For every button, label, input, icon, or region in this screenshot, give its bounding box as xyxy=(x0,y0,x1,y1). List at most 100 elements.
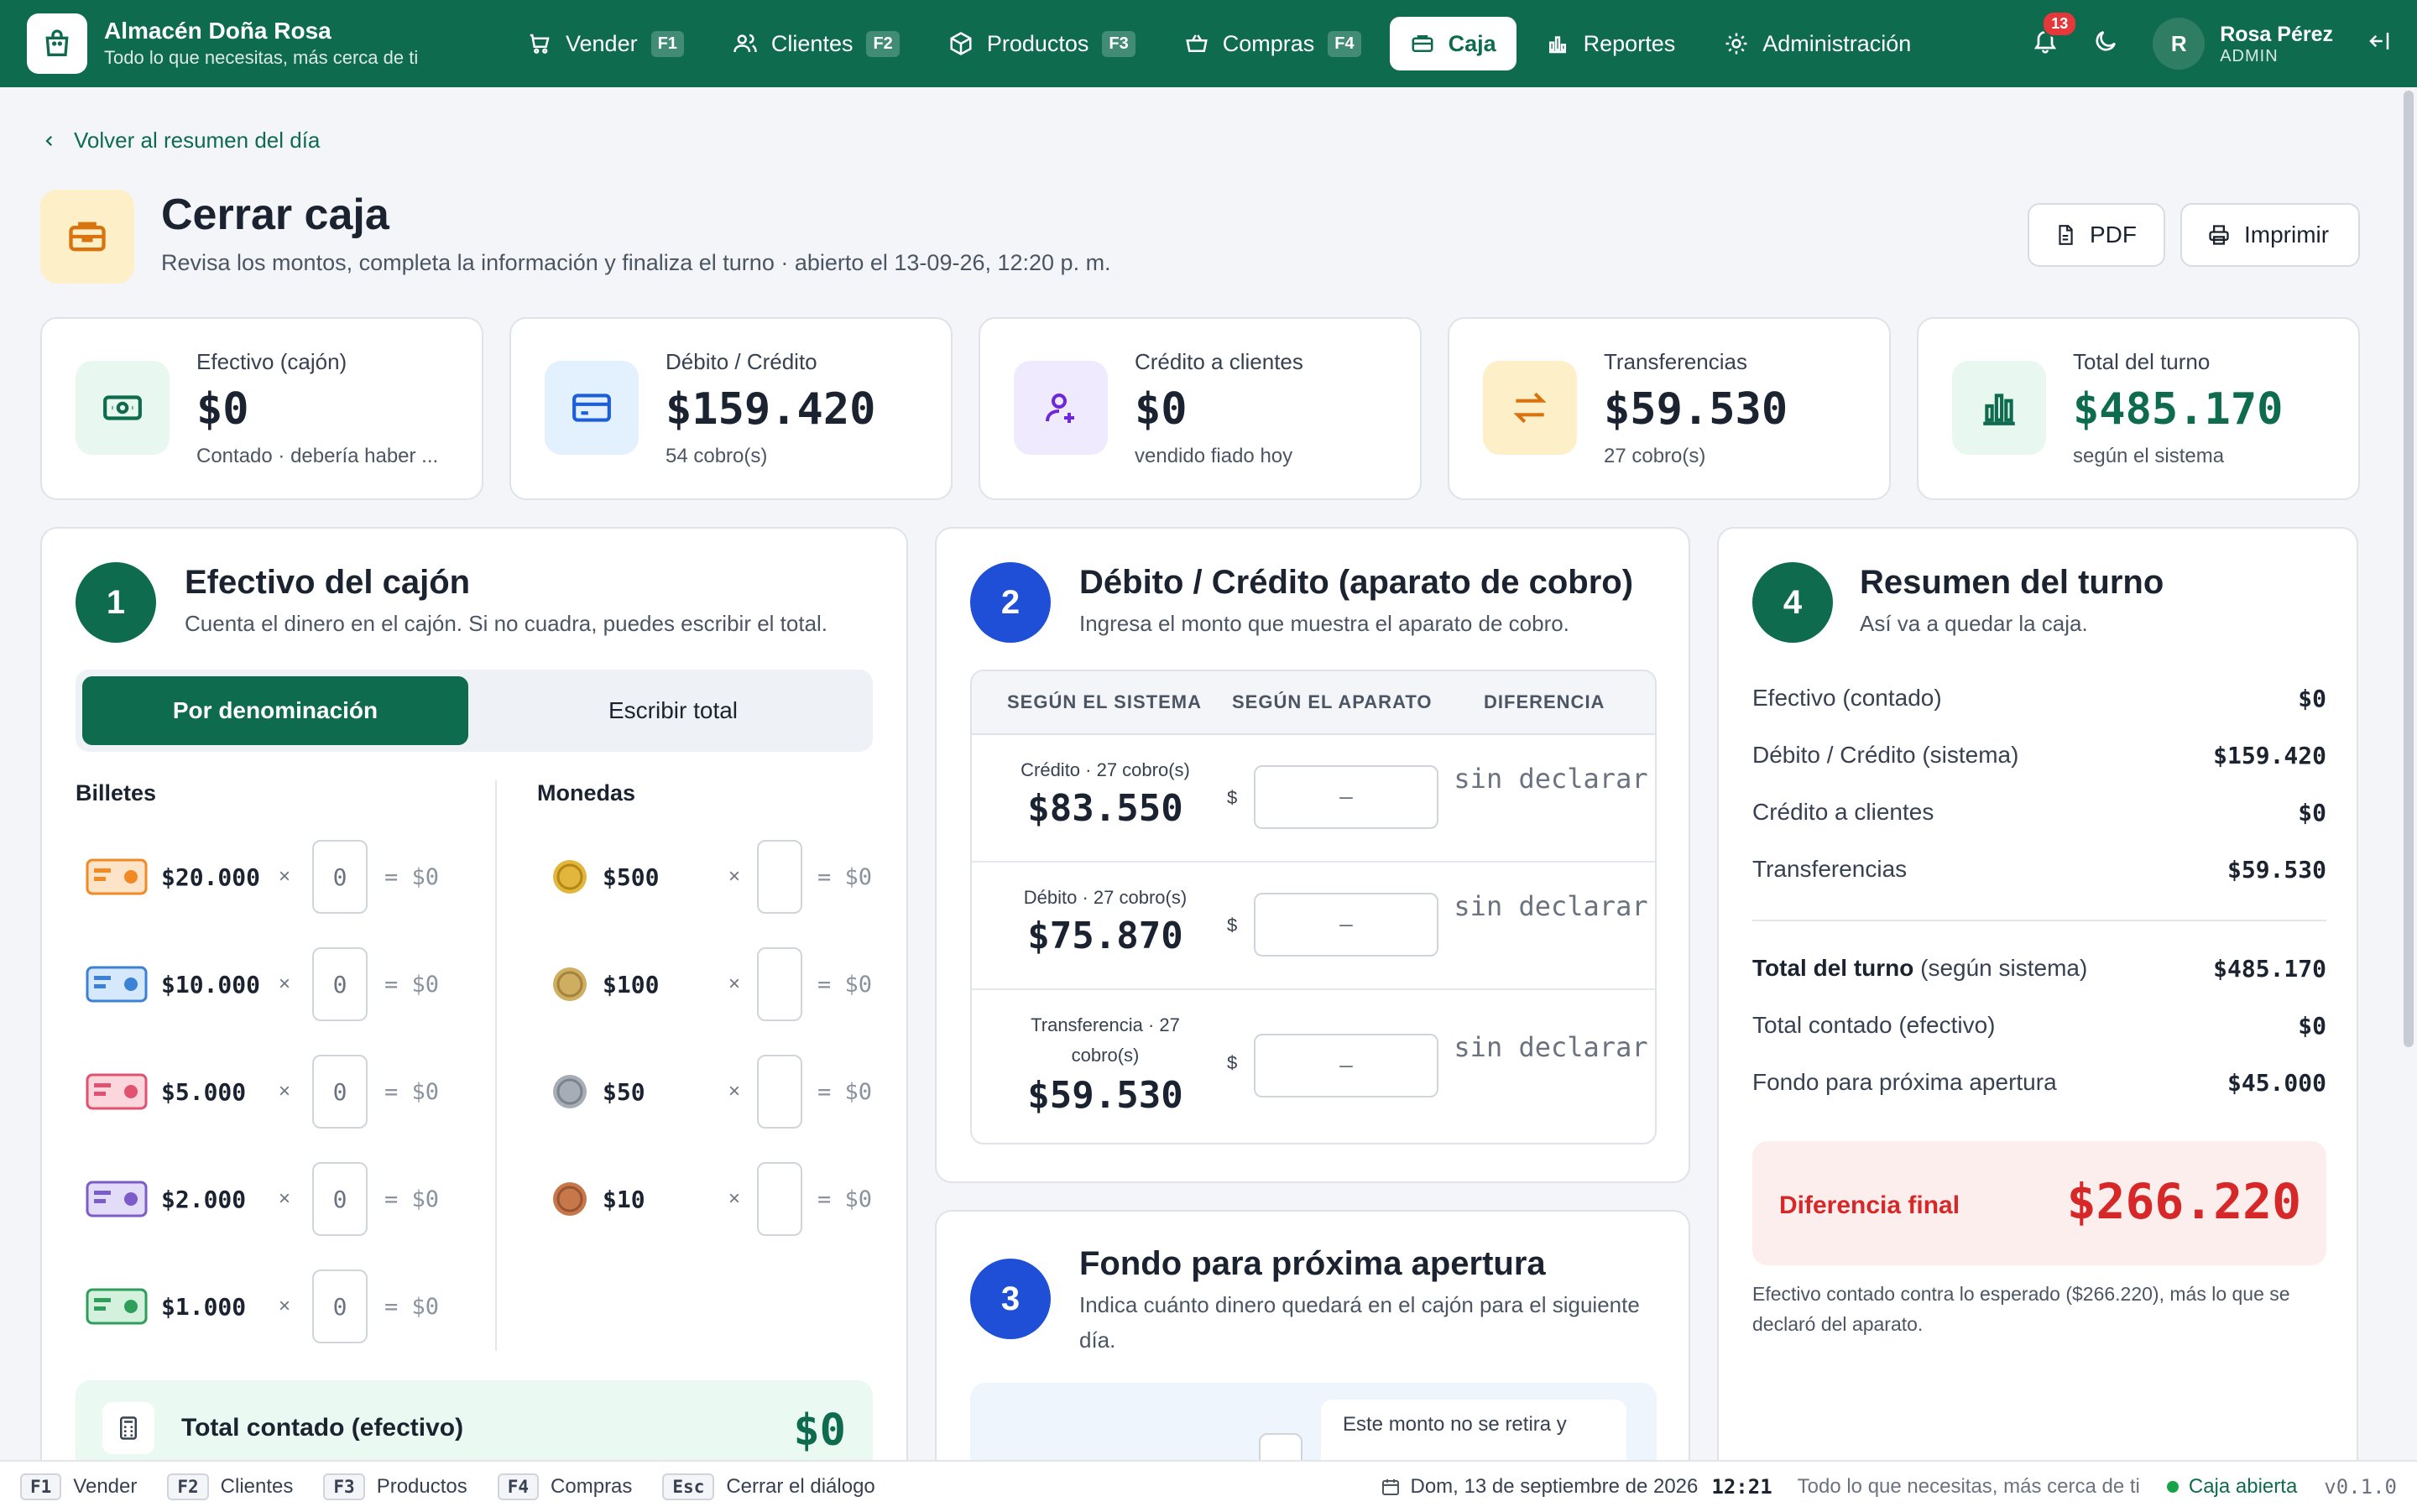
panel-title: Efectivo del cajón xyxy=(185,564,471,601)
bill-subtotal: = $0 xyxy=(384,971,440,998)
terminal-amount-input[interactable]: — xyxy=(1254,765,1438,829)
summary-row: Transferencias $59.530 xyxy=(1752,852,2326,886)
shortcut-label: Clientes xyxy=(220,1475,294,1498)
status-right: Dom, 13 de septiembre de 2026 12:21 Todo… xyxy=(1381,1462,2397,1512)
tab-write-total[interactable]: Escribir total xyxy=(480,676,866,745)
theme-toggle-button[interactable] xyxy=(2092,28,2119,60)
coin-quantity-input[interactable] xyxy=(757,1055,802,1129)
nav-item-vender[interactable]: Vender F1 xyxy=(507,17,704,70)
coin-subtotal: = $0 xyxy=(817,971,873,998)
coin-quantity-input[interactable] xyxy=(757,840,802,914)
table-row: Transferencia · 27 cobro(s) $59.530 $ — … xyxy=(972,990,1655,1143)
credit-card-icon xyxy=(545,361,639,455)
nav-item-administracion[interactable]: Administración xyxy=(1704,17,1931,70)
panel-title: Débito / Crédito (aparato de cobro) xyxy=(1079,564,1634,601)
app-version: v0.1.0 xyxy=(2324,1475,2397,1499)
brand[interactable]: Almacén Doña Rosa Todo lo que necesitas,… xyxy=(27,13,463,74)
logout-icon xyxy=(2369,32,2389,50)
cash-drawer-panel: 1 Efectivo del cajón Cuenta el dinero en… xyxy=(40,527,908,1492)
stat-value: $59.530 xyxy=(1604,384,1788,435)
bar-chart-icon xyxy=(1952,361,2046,455)
table-header: SEGÚN EL SISTEMA SEGÚN EL APARATO DIFERE… xyxy=(972,671,1655,735)
nav-item-compras[interactable]: Compras F4 xyxy=(1164,17,1381,70)
nav-label: Vender xyxy=(566,30,638,56)
nav-shortcut: F2 xyxy=(866,30,900,57)
pdf-label: PDF xyxy=(2090,222,2137,248)
register-status: Caja abierta xyxy=(2188,1475,2298,1498)
nav-item-productos[interactable]: Productos F3 xyxy=(928,17,1156,70)
row-label: Transferencia · 27 cobro(s) xyxy=(1031,1014,1180,1066)
bill-quantity-input[interactable]: 0 xyxy=(312,1162,368,1236)
nav-item-caja[interactable]: Caja xyxy=(1389,17,1516,70)
summary-label: Transferencias xyxy=(1752,856,1908,882)
nav-item-clientes[interactable]: Clientes F2 xyxy=(713,17,920,70)
times-sign: × xyxy=(728,865,741,888)
banknote-icon xyxy=(86,1073,148,1110)
top-navigation: Almacén Doña Rosa Todo lo que necesitas,… xyxy=(0,0,2417,87)
bills-heading: Billetes xyxy=(76,780,157,806)
cash-register-icon xyxy=(40,190,134,284)
coin-amount: $500 xyxy=(603,863,660,891)
column-divider xyxy=(495,780,497,1351)
current-time: 12:21 xyxy=(1711,1475,1772,1499)
logout-button[interactable] xyxy=(2367,29,2392,60)
step-number: 1 xyxy=(76,562,156,643)
coins-heading: Monedas xyxy=(537,780,636,806)
calculator-icon xyxy=(102,1402,154,1454)
shortcut-productos[interactable]: F3 Productos xyxy=(323,1473,467,1500)
coin-subtotal: = $0 xyxy=(817,1078,873,1105)
shortcut-vender[interactable]: F1 Vender xyxy=(20,1473,137,1500)
coin-icon xyxy=(553,860,587,894)
app-name: Almacén Doña Rosa xyxy=(104,18,331,44)
shortcut-key: Esc xyxy=(662,1473,715,1500)
current-date: Dom, 13 de septiembre de 2026 xyxy=(1410,1475,1699,1498)
banknote-icon xyxy=(86,966,148,1003)
summary-value: $0 xyxy=(2298,798,2326,826)
terminal-amount-input[interactable]: — xyxy=(1254,1034,1438,1098)
coin-quantity-input[interactable] xyxy=(757,947,802,1021)
stat-label: Transferencias xyxy=(1604,349,1747,374)
row-difference: sin declarar xyxy=(1454,1031,1648,1063)
times-sign: × xyxy=(279,972,291,995)
cash-total-label: Total contado (efectivo) xyxy=(181,1414,464,1442)
chevron-left-icon xyxy=(45,135,53,146)
bill-subtotal: = $0 xyxy=(384,1186,440,1212)
shortcut-escape[interactable]: Esc Cerrar el diálogo xyxy=(662,1473,875,1500)
banknote-icon xyxy=(86,1288,148,1325)
stat-note: 27 cobro(s) xyxy=(1604,445,1706,467)
coin-quantity-input[interactable] xyxy=(757,1162,802,1236)
bill-row: $20.000 × 0 = $0 xyxy=(86,839,439,915)
panel-subtitle: Ingresa el monto que muestra el aparato … xyxy=(1079,611,1569,636)
bill-row: $5.000 × 0 = $0 xyxy=(86,1054,439,1129)
row-system-value: $83.550 xyxy=(1027,787,1183,830)
avatar[interactable]: R xyxy=(2153,18,2206,70)
user-info[interactable]: Rosa Pérez ADMIN xyxy=(2220,22,2333,66)
shortcut-clientes[interactable]: F2 Clientes xyxy=(167,1473,293,1500)
banknote-icon xyxy=(86,1181,148,1217)
print-button[interactable]: Imprimir xyxy=(2180,203,2360,267)
shortcut-compras[interactable]: F4 Compras xyxy=(497,1473,632,1500)
basket-icon xyxy=(1185,34,1208,52)
tab-by-denomination[interactable]: Por denominación xyxy=(82,676,468,745)
bill-quantity-input[interactable]: 0 xyxy=(312,1055,368,1129)
shift-summary-panel: 4 Resumen del turno Así va a quedar la c… xyxy=(1717,527,2358,1492)
summary-value: $0 xyxy=(2298,1011,2326,1040)
summary-total-label: Total del turno xyxy=(1752,955,1914,981)
bill-quantity-input[interactable]: 0 xyxy=(312,840,368,914)
page-scrollbar[interactable] xyxy=(2404,91,2414,1047)
times-sign: × xyxy=(279,1080,291,1103)
bill-quantity-input[interactable]: 0 xyxy=(312,947,368,1021)
stat-value: $0 xyxy=(1135,384,1188,435)
terminal-amount-input[interactable]: — xyxy=(1254,893,1438,957)
back-link[interactable]: Volver al resumen del día xyxy=(42,128,320,154)
notifications-button[interactable]: 13 xyxy=(2032,10,2078,60)
box-icon xyxy=(950,32,972,55)
bill-quantity-input[interactable]: 0 xyxy=(312,1270,368,1343)
back-label: Volver al resumen del día xyxy=(74,128,321,153)
coin-icon xyxy=(553,1075,587,1108)
stat-label: Total del turno xyxy=(2073,349,2211,374)
nav-item-reportes[interactable]: Reportes xyxy=(1525,17,1696,70)
pdf-button[interactable]: PDF xyxy=(2028,203,2165,267)
summary-label: Débito / Crédito (sistema) xyxy=(1752,742,2019,768)
stat-card-total: Total del turno $485.170 según el sistem… xyxy=(1917,317,2360,500)
